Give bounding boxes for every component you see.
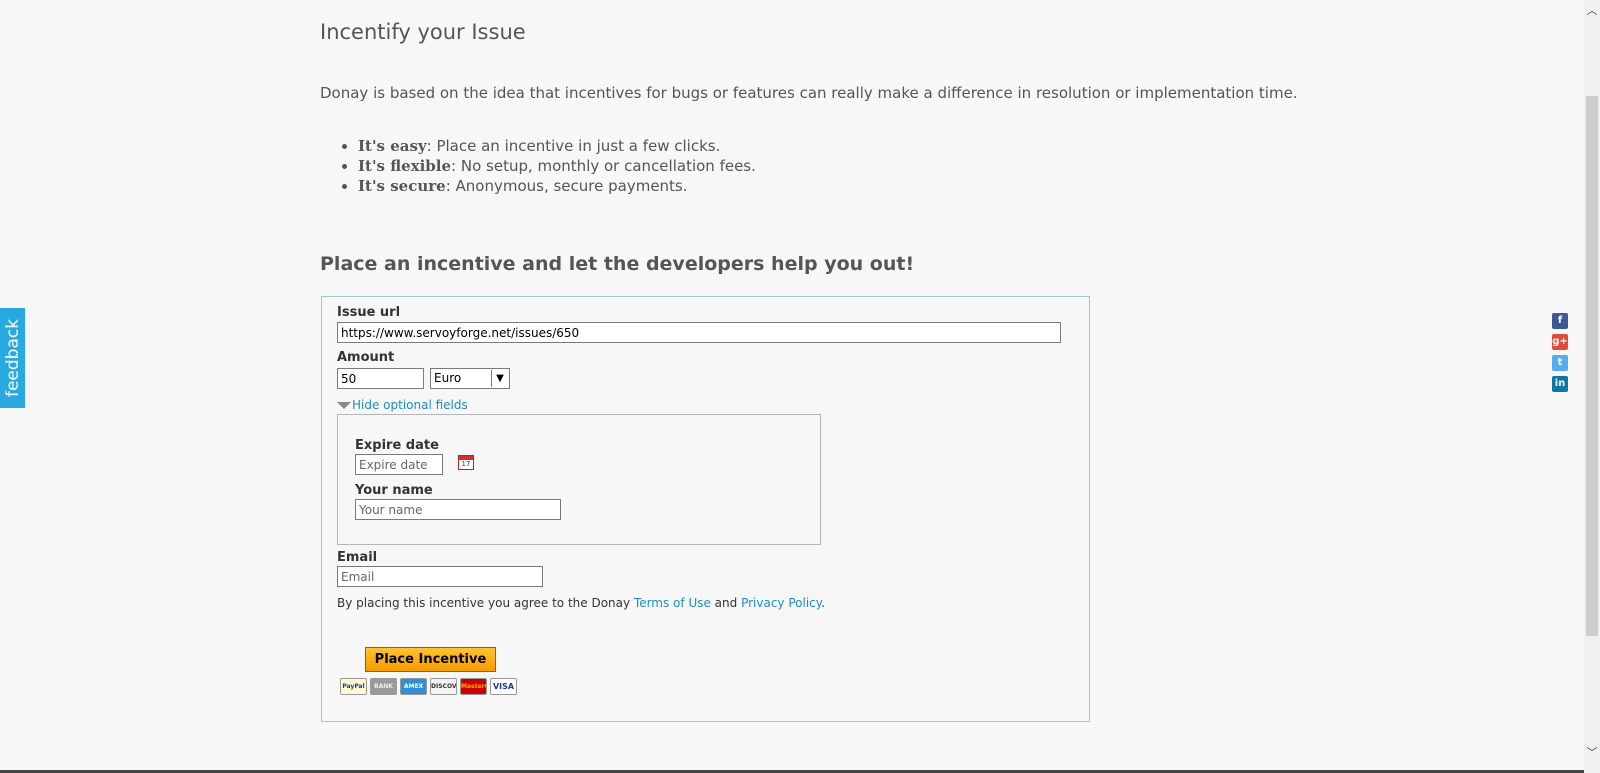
twitter-icon[interactable]: t [1552, 355, 1568, 371]
feature-title: It's easy [358, 137, 427, 155]
amount-input[interactable] [337, 368, 424, 389]
currency-value: Euro [434, 371, 462, 385]
linkedin-icon[interactable]: in [1552, 376, 1568, 392]
paypal-icon: PayPal [340, 678, 367, 695]
scroll-down-icon[interactable]: ﹀ [1584, 744, 1600, 761]
feature-text: : Anonymous, secure payments. [445, 177, 688, 195]
email-label: Email [337, 550, 378, 565]
triangle-down-icon [337, 402, 351, 409]
privacy-policy-link[interactable]: Privacy Policy [741, 596, 821, 610]
payment-logos: PayPalBANKAMEXDISCOVERMasterCardVISA [340, 678, 520, 697]
discover-icon: DISCOVER [430, 678, 457, 695]
feature-title: It's secure [358, 177, 446, 195]
intro-text: Donay is based on the idea that incentiv… [320, 84, 1298, 102]
vertical-scrollbar[interactable]: ︿ ﹀ [1584, 0, 1600, 773]
chevron-down-icon[interactable]: ▼ [491, 370, 508, 387]
scroll-up-icon[interactable]: ︿ [1584, 2, 1600, 19]
amex-icon: AMEX [400, 678, 427, 695]
expire-date-label: Expire date [355, 438, 439, 453]
terms-text: By placing this incentive you agree to t… [337, 596, 825, 610]
social-share-bar: f g+ t in [1552, 313, 1568, 397]
bank-icon: BANK [370, 678, 397, 695]
feature-item: It's easy: Place an incentive in just a … [358, 136, 756, 156]
google-plus-icon[interactable]: g+ [1552, 334, 1568, 350]
feature-title: It's flexible [358, 157, 452, 175]
feature-text: : Place an incentive in just a few click… [426, 137, 721, 155]
email-input[interactable] [337, 566, 543, 587]
calendar-day: 17 [461, 460, 471, 468]
cta-heading: Place an incentive and let the developer… [320, 253, 915, 275]
currency-select[interactable]: Euro ▼ [430, 368, 510, 389]
terms-and: and [710, 596, 742, 610]
scrollbar-thumb[interactable] [1586, 96, 1598, 636]
your-name-label: Your name [355, 483, 433, 498]
terms-of-use-link[interactable]: Terms of Use [634, 596, 711, 610]
incentive-form: Issue url Amount Euro ▼ Hide optional fi… [321, 296, 1090, 722]
feature-item: It's flexible: No setup, monthly or canc… [358, 156, 756, 176]
toggle-optional-fields[interactable]: Hide optional fields [337, 398, 468, 412]
feedback-tab[interactable]: feedback [0, 308, 25, 408]
calendar-icon[interactable]: 17 [458, 455, 474, 470]
optional-fields-panel: Expire date 17 Your name [337, 414, 821, 545]
place-incentive-button[interactable]: Place Incentive [365, 647, 496, 672]
mastercard-icon: MasterCard [460, 678, 487, 695]
issue-url-input[interactable] [337, 322, 1061, 343]
feature-list: It's easy: Place an incentive in just a … [320, 136, 756, 196]
page-title: Incentify your Issue [320, 20, 526, 44]
toggle-label: Hide optional fields [352, 398, 468, 412]
issue-url-label: Issue url [337, 305, 401, 320]
visa-icon: VISA [490, 678, 517, 695]
feedback-label: feedback [2, 318, 23, 398]
expire-date-input[interactable] [355, 454, 443, 475]
terms-prefix: By placing this incentive you agree to t… [337, 596, 634, 610]
amount-label: Amount [337, 350, 395, 365]
feature-item: It's secure: Anonymous, secure payments. [358, 176, 756, 196]
page: Incentify your Issue Donay is based on t… [0, 0, 1600, 773]
your-name-input[interactable] [355, 499, 561, 520]
facebook-icon[interactable]: f [1552, 313, 1568, 329]
feature-text: : No setup, monthly or cancellation fees… [451, 157, 756, 175]
terms-suffix: . [821, 596, 825, 610]
